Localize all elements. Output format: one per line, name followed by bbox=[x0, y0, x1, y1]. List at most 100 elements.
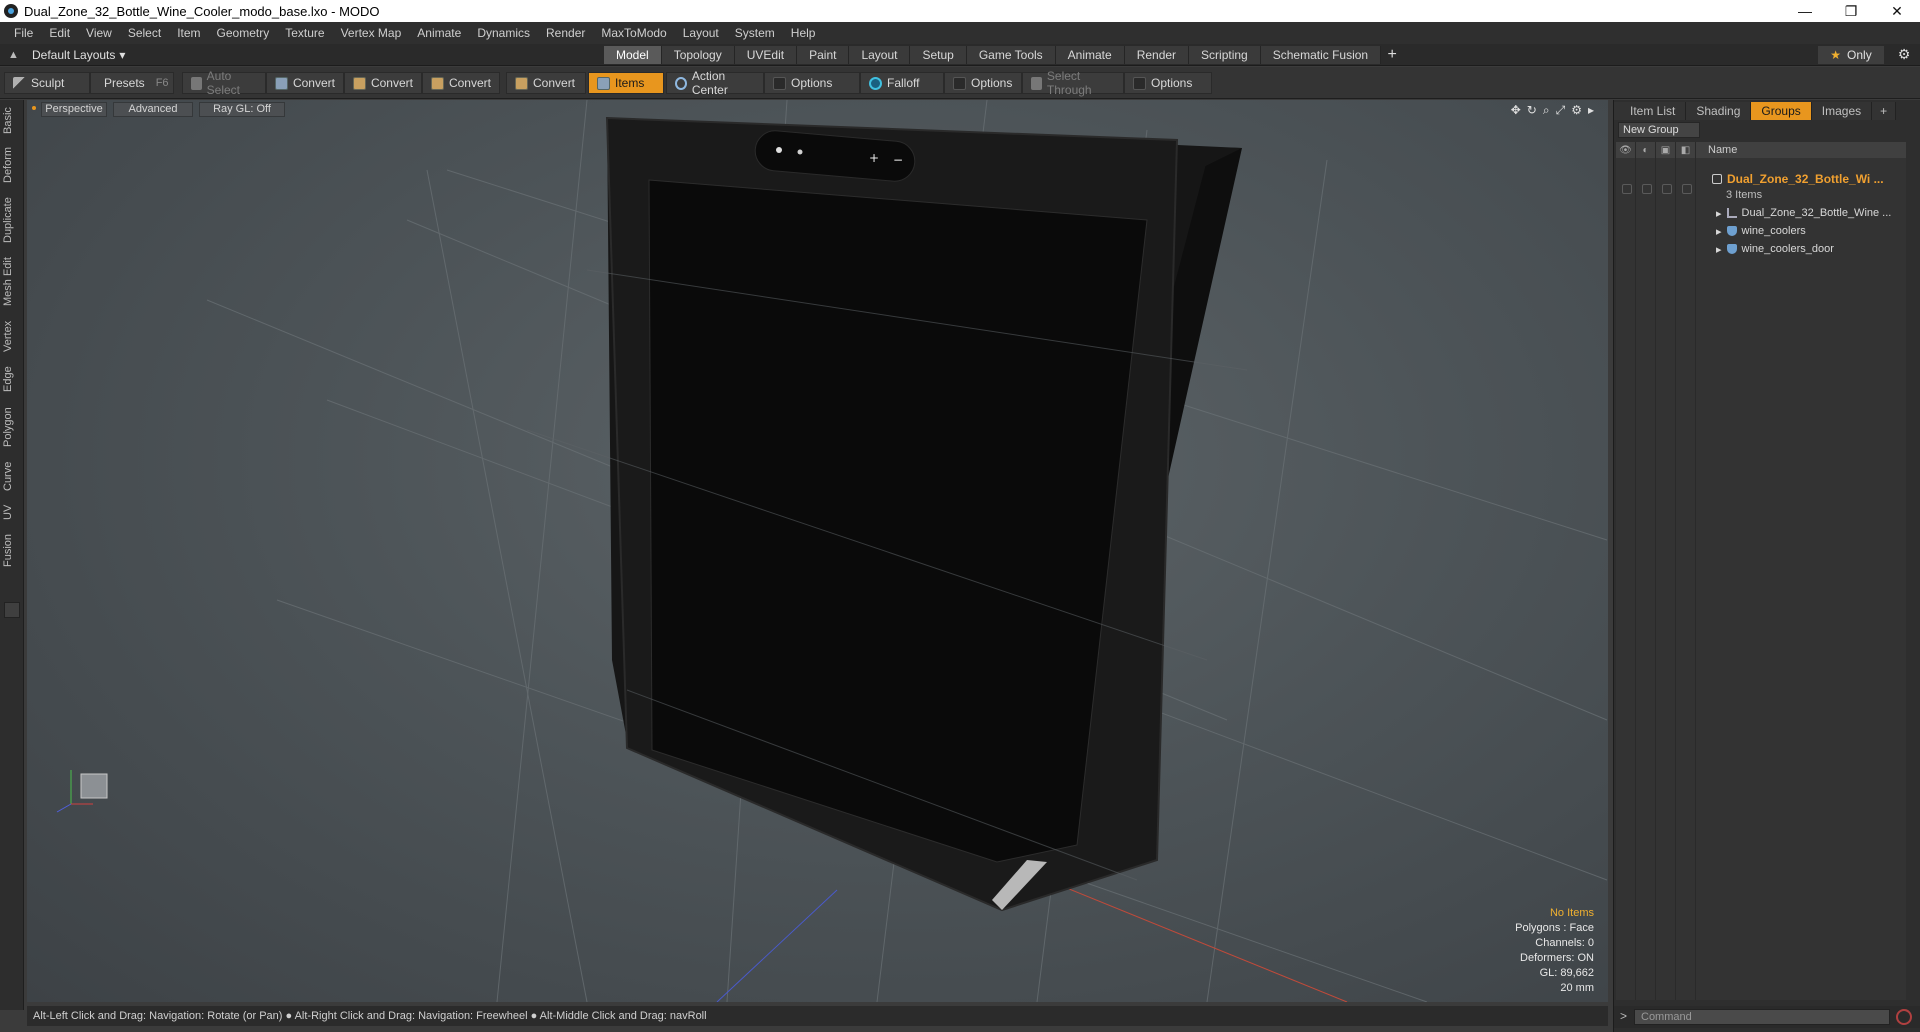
tab-schematic-fusion[interactable]: Schematic Fusion bbox=[1260, 46, 1382, 64]
viewport-menu-dot[interactable] bbox=[32, 106, 36, 110]
visibility-toggle[interactable] bbox=[1622, 184, 1632, 194]
stat-gl: GL: 89,662 bbox=[1539, 967, 1594, 979]
options-button-2[interactable]: Options bbox=[944, 72, 1022, 94]
group-icon bbox=[1712, 174, 1722, 184]
convert-button-2[interactable]: Convert bbox=[344, 72, 422, 94]
menu-texture[interactable]: Texture bbox=[277, 26, 332, 40]
tab-groups[interactable]: Groups bbox=[1751, 102, 1812, 120]
default-layouts-dropdown[interactable]: Default Layouts ▾ bbox=[32, 47, 125, 63]
rotate-view-icon[interactable]: ↻ bbox=[1527, 103, 1537, 118]
options-button-1[interactable]: Options bbox=[764, 72, 860, 94]
vtab-mesh-edit[interactable]: Mesh Edit bbox=[2, 254, 22, 310]
tree-item-row[interactable]: ▸ wine_coolers bbox=[1716, 222, 1806, 240]
vtab-edge[interactable]: Edge bbox=[2, 362, 22, 396]
close-button[interactable]: ✕ bbox=[1874, 0, 1920, 22]
visibility-column-icon[interactable]: 👁 bbox=[1616, 142, 1636, 158]
tab-model[interactable]: Model bbox=[604, 46, 662, 64]
viewport-nav-icons: ✥ ↻ ⌕ ⤢ ⚙ ▸ bbox=[1511, 103, 1594, 118]
viewport-expand-icon[interactable]: ▸ bbox=[1588, 103, 1594, 118]
convert-icon bbox=[275, 76, 288, 90]
falloff-button[interactable]: Falloff bbox=[860, 72, 944, 94]
vtab-polygon[interactable]: Polygon bbox=[2, 402, 22, 452]
command-input[interactable]: Command bbox=[1634, 1009, 1890, 1025]
tree-item-row[interactable]: ▸ Dual_Zone_32_Bottle_Wine ... bbox=[1716, 204, 1891, 222]
options-button-3[interactable]: Options bbox=[1124, 72, 1212, 94]
vtab-fusion[interactable]: Fusion bbox=[2, 530, 22, 570]
only-toggle[interactable]: ★ Only bbox=[1818, 46, 1884, 64]
menu-vertex-map[interactable]: Vertex Map bbox=[333, 26, 410, 40]
fit-view-icon[interactable]: ⤢ bbox=[1556, 103, 1566, 118]
tab-animate[interactable]: Animate bbox=[1055, 46, 1125, 64]
3d-viewport[interactable]: + − Perspective Advanced Ray GL: Off ✥ ↻… bbox=[27, 100, 1608, 1002]
vtab-deform[interactable]: Deform bbox=[2, 144, 22, 186]
tab-shading[interactable]: Shading bbox=[1686, 102, 1752, 120]
expand-arrow-icon[interactable]: ▸ bbox=[1716, 225, 1722, 238]
perspective-dropdown[interactable]: Perspective bbox=[41, 102, 107, 117]
select-toggle[interactable] bbox=[1682, 184, 1692, 194]
presets-button[interactable]: Presets F6 bbox=[90, 72, 174, 94]
vtab-vertex[interactable]: Vertex bbox=[2, 316, 22, 356]
vtab-duplicate[interactable]: Duplicate bbox=[2, 192, 22, 248]
render-column-icon[interactable]: ◐ bbox=[1636, 142, 1656, 158]
maximize-button[interactable]: ❐ bbox=[1828, 0, 1874, 22]
menu-render[interactable]: Render bbox=[538, 26, 593, 40]
menu-maxtomodo[interactable]: MaxToModo bbox=[593, 26, 674, 40]
lock-toggle[interactable] bbox=[1662, 184, 1672, 194]
stop-icon[interactable] bbox=[1896, 1009, 1912, 1025]
tab-layout[interactable]: Layout bbox=[849, 46, 911, 64]
menu-geometry[interactable]: Geometry bbox=[209, 26, 278, 40]
gear-icon[interactable]: ⚙ bbox=[1894, 46, 1914, 64]
action-center-button[interactable]: Action Center bbox=[666, 69, 764, 97]
select-through-button[interactable]: Select Through bbox=[1022, 69, 1124, 97]
zoom-view-icon[interactable]: ⌕ bbox=[1543, 103, 1550, 118]
convert-button-3[interactable]: Convert bbox=[422, 72, 500, 94]
menu-help[interactable]: Help bbox=[783, 26, 824, 40]
menu-view[interactable]: View bbox=[78, 26, 120, 40]
render-toggle[interactable] bbox=[1642, 184, 1652, 194]
vtab-uv[interactable]: UV bbox=[2, 500, 22, 524]
minimize-button[interactable]: — bbox=[1782, 0, 1828, 22]
new-group-button[interactable]: New Group bbox=[1618, 122, 1700, 138]
convert-icon bbox=[515, 76, 528, 90]
menu-system[interactable]: System bbox=[727, 26, 783, 40]
expand-arrow-icon[interactable]: ▸ bbox=[1716, 207, 1722, 220]
tab-item-list[interactable]: Item List bbox=[1614, 102, 1687, 120]
tab-game-tools[interactable]: Game Tools bbox=[966, 46, 1056, 64]
convert-button-1[interactable]: Convert bbox=[266, 72, 344, 94]
lock-column-icon[interactable]: ▣ bbox=[1656, 142, 1676, 158]
chevron-down-icon: ▾ bbox=[119, 48, 126, 62]
items-mode-button[interactable]: Items bbox=[588, 72, 664, 94]
gizmo-z-axis bbox=[56, 803, 72, 813]
menu-edit[interactable]: Edit bbox=[41, 26, 78, 40]
menu-dynamics[interactable]: Dynamics bbox=[469, 26, 538, 40]
sculpt-button[interactable]: Sculpt bbox=[4, 72, 90, 94]
tab-scripting[interactable]: Scripting bbox=[1189, 46, 1261, 64]
menu-file[interactable]: File bbox=[6, 26, 41, 40]
menu-select[interactable]: Select bbox=[120, 26, 169, 40]
vtab-curve[interactable]: Curve bbox=[2, 458, 22, 494]
raygl-toggle[interactable]: Ray GL: Off bbox=[199, 102, 285, 117]
convert-button-4[interactable]: Convert bbox=[506, 72, 586, 94]
tab-images[interactable]: Images bbox=[1811, 102, 1873, 120]
tree-item-row[interactable]: ▸ wine_coolers_door bbox=[1716, 240, 1834, 258]
vtab-basic[interactable]: Basic bbox=[2, 104, 22, 138]
tab-uvedit[interactable]: UVEdit bbox=[734, 46, 798, 64]
tab-render[interactable]: Render bbox=[1124, 46, 1190, 64]
select-column-icon[interactable]: ◧ bbox=[1676, 142, 1696, 158]
tab-paint[interactable]: Paint bbox=[797, 46, 850, 64]
add-panel-tab-button[interactable]: + bbox=[1872, 102, 1897, 120]
menu-layout[interactable]: Layout bbox=[675, 26, 727, 40]
layout-collapse-icon[interactable]: ▲ bbox=[8, 49, 20, 61]
viewport-gear-icon[interactable]: ⚙ bbox=[1571, 103, 1582, 118]
left-strip-settings-button[interactable] bbox=[4, 602, 20, 618]
menu-item[interactable]: Item bbox=[169, 26, 208, 40]
tab-topology[interactable]: Topology bbox=[661, 46, 735, 64]
tab-setup[interactable]: Setup bbox=[910, 46, 967, 64]
menu-animate[interactable]: Animate bbox=[409, 26, 469, 40]
move-view-icon[interactable]: ✥ bbox=[1511, 103, 1521, 118]
auto-select-button[interactable]: Auto Select bbox=[182, 69, 266, 97]
expand-arrow-icon[interactable]: ▸ bbox=[1716, 243, 1722, 256]
add-tab-button[interactable]: + bbox=[1381, 46, 1403, 64]
name-column-header[interactable]: Name bbox=[1696, 144, 1737, 156]
advanced-dropdown[interactable]: Advanced bbox=[113, 102, 193, 117]
